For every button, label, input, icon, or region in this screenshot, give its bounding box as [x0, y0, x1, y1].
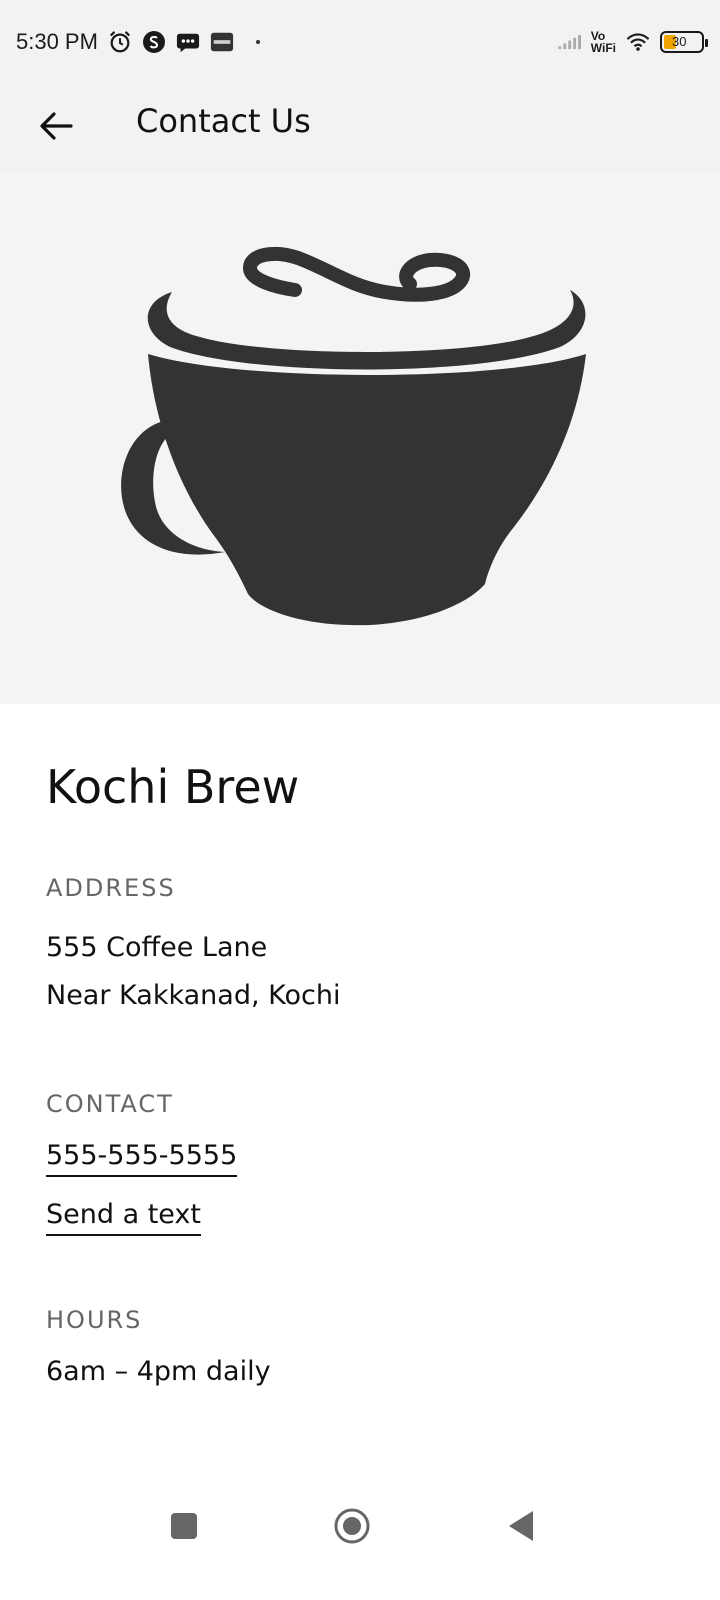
contact-details: Kochi Brew ADDRESS 555 Coffee Lane Near …: [46, 760, 676, 1387]
contact-us-screen: 5:30 PM Vo WiFi 30 Contact Us Kochi Brew…: [0, 0, 720, 1600]
wifi-icon: [626, 30, 650, 54]
status-left: 5:30 PM: [16, 29, 260, 55]
recent-apps-icon: [171, 1513, 197, 1539]
hours-label: HOURS: [46, 1306, 143, 1334]
app-bar: Contact Us: [0, 84, 720, 172]
address-block: 555 Coffee Lane Near Kakkanad, Kochi: [46, 924, 676, 1020]
phone-link[interactable]: 555-555-5555: [46, 1140, 238, 1177]
address-label: ADDRESS: [46, 874, 176, 902]
paytm-icon: [210, 30, 234, 54]
vowifi-indicator: Vo WiFi: [591, 30, 616, 54]
arrow-left-icon: [40, 112, 73, 140]
address-line-1: 555 Coffee Lane: [46, 932, 268, 963]
alarm-icon: [108, 30, 132, 54]
vowifi-bottom: WiFi: [590, 41, 616, 55]
page-title: Contact Us: [136, 102, 311, 140]
back-triangle-icon: [509, 1511, 533, 1541]
notification-dot: [255, 40, 260, 44]
address-line-2: Near Kakkanad, Kochi: [46, 980, 341, 1011]
hours-value: 6am – 4pm daily: [46, 1356, 271, 1387]
nav-back-button[interactable]: [502, 1506, 542, 1546]
s-app-icon: [142, 30, 166, 54]
signal-icon: [557, 30, 581, 54]
contact-block: 555-555-5555 Send a text: [46, 1140, 676, 1236]
status-bar: 5:30 PM Vo WiFi 30: [0, 0, 720, 84]
battery-icon: 30: [660, 31, 708, 53]
status-right: Vo WiFi 30: [557, 30, 708, 54]
recent-apps-button[interactable]: [164, 1506, 204, 1546]
back-button[interactable]: [28, 98, 84, 154]
contact-label: CONTACT: [46, 1090, 174, 1118]
message-icon: [176, 30, 200, 54]
battery-level: 30: [672, 34, 687, 49]
status-time: 5:30 PM: [16, 29, 98, 54]
system-nav-bar: [0, 1480, 720, 1570]
coffee-cup-icon: [121, 246, 586, 626]
home-icon: [334, 1508, 370, 1544]
home-button[interactable]: [332, 1506, 372, 1546]
shop-name: Kochi Brew: [46, 760, 300, 814]
send-text-link[interactable]: Send a text: [46, 1199, 201, 1236]
hero-banner: [0, 172, 720, 704]
